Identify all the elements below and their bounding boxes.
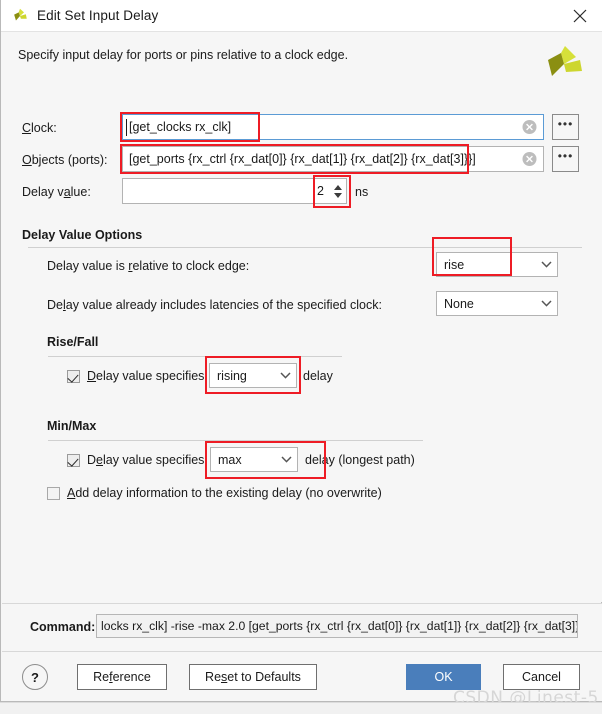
xilinx-logo-icon xyxy=(11,7,29,25)
text-caret xyxy=(126,119,127,136)
add-delay-label: Add delay information to the existing de… xyxy=(67,486,382,500)
delay-value-stepper[interactable]: 2 xyxy=(122,178,347,204)
relative-clock-edge-value: rise xyxy=(444,257,465,272)
min-max-select[interactable]: max xyxy=(210,447,298,472)
min-max-checkbox[interactable] xyxy=(67,454,80,467)
close-icon[interactable] xyxy=(557,0,602,31)
spinner-up-icon[interactable] xyxy=(333,184,342,190)
clock-label: Clock: xyxy=(22,121,57,135)
dialog-body: Specify input delay for ports or pins re… xyxy=(2,32,602,602)
clock-browse-button[interactable]: ••• xyxy=(552,114,579,140)
delay-value-options-group-title: Delay Value Options xyxy=(22,228,143,242)
ok-button[interactable]: OK xyxy=(406,664,481,690)
min-max-value: max xyxy=(218,452,242,467)
spinner-arrows-icon[interactable] xyxy=(330,179,345,203)
chevron-down-icon[interactable] xyxy=(535,261,557,268)
dialog-titlebar: Edit Set Input Delay xyxy=(1,0,602,32)
min-max-label-after: delay (longest path) xyxy=(305,453,415,467)
relative-to-clock-edge-label: Delay value is relative to clock edge: xyxy=(47,259,250,273)
dialog-description: Specify input delay for ports or pins re… xyxy=(18,48,349,62)
chevron-down-icon[interactable] xyxy=(535,300,557,307)
dialog-title: Edit Set Input Delay xyxy=(37,8,159,23)
command-label: Command: xyxy=(30,620,96,634)
rise-fall-label-after: delay xyxy=(303,369,333,383)
rise-fall-checkbox[interactable] xyxy=(67,370,80,383)
chevron-down-icon[interactable] xyxy=(274,372,296,379)
chevron-down-icon[interactable] xyxy=(275,456,297,463)
includes-latencies-label: Delay value already includes latencies o… xyxy=(47,298,382,312)
objects-browse-button[interactable]: ••• xyxy=(552,146,579,172)
group-divider xyxy=(28,247,582,248)
objects-input-value: [get_ports {rx_ctrl {rx_dat[0]} {rx_dat[… xyxy=(129,152,476,166)
clock-input[interactable]: [get_clocks rx_clk] xyxy=(122,114,544,140)
command-row: Command: locks rx_clk] -rise -max 2.0 [g… xyxy=(2,603,602,651)
help-button[interactable]: ? xyxy=(22,664,48,690)
includes-latencies-select[interactable]: None xyxy=(436,291,558,316)
clock-input-value: [get_clocks rx_clk] xyxy=(129,120,232,134)
group-divider xyxy=(48,440,423,441)
add-delay-checkbox[interactable] xyxy=(47,487,60,500)
spinner-down-icon[interactable] xyxy=(333,192,342,198)
objects-input[interactable]: [get_ports {rx_ctrl {rx_dat[0]} {rx_dat[… xyxy=(122,146,544,172)
delay-value-number: 2 xyxy=(317,184,324,198)
rise-fall-label-before: Delay value specifies xyxy=(87,369,205,383)
min-max-label-before: Delay value specifies xyxy=(87,453,205,467)
edit-set-input-delay-dialog: Edit Set Input Delay Specify input delay… xyxy=(0,0,602,708)
reference-button[interactable]: Re f erence xyxy=(77,664,167,690)
background-window-sliver xyxy=(0,702,602,714)
xilinx-pinwheel-logo xyxy=(540,40,586,86)
min-max-group-title: Min/Max xyxy=(47,419,97,433)
delay-value-unit: ns xyxy=(355,185,369,199)
command-value: locks rx_clk] -rise -max 2.0 [get_ports … xyxy=(101,619,577,633)
reset-to-defaults-button[interactable]: Re s et to Defaults xyxy=(189,664,317,690)
cancel-button[interactable]: Cancel xyxy=(503,664,580,690)
rise-fall-select[interactable]: rising xyxy=(209,363,297,388)
relative-clock-edge-select[interactable]: rise xyxy=(436,252,558,277)
screenshot-root: Edit Set Input Delay Specify input delay… xyxy=(0,0,602,714)
includes-latencies-value: None xyxy=(444,296,474,311)
clear-circle-icon[interactable] xyxy=(522,120,537,135)
rise-fall-group-title: Rise/Fall xyxy=(47,335,99,349)
rise-fall-value: rising xyxy=(217,368,247,383)
command-field[interactable]: locks rx_clk] -rise -max 2.0 [get_ports … xyxy=(96,614,578,638)
delay-value-label: Delay value: xyxy=(22,185,91,199)
objects-label: Objects (ports): xyxy=(22,153,108,167)
group-divider xyxy=(48,356,342,357)
clear-circle-icon[interactable] xyxy=(522,152,537,167)
